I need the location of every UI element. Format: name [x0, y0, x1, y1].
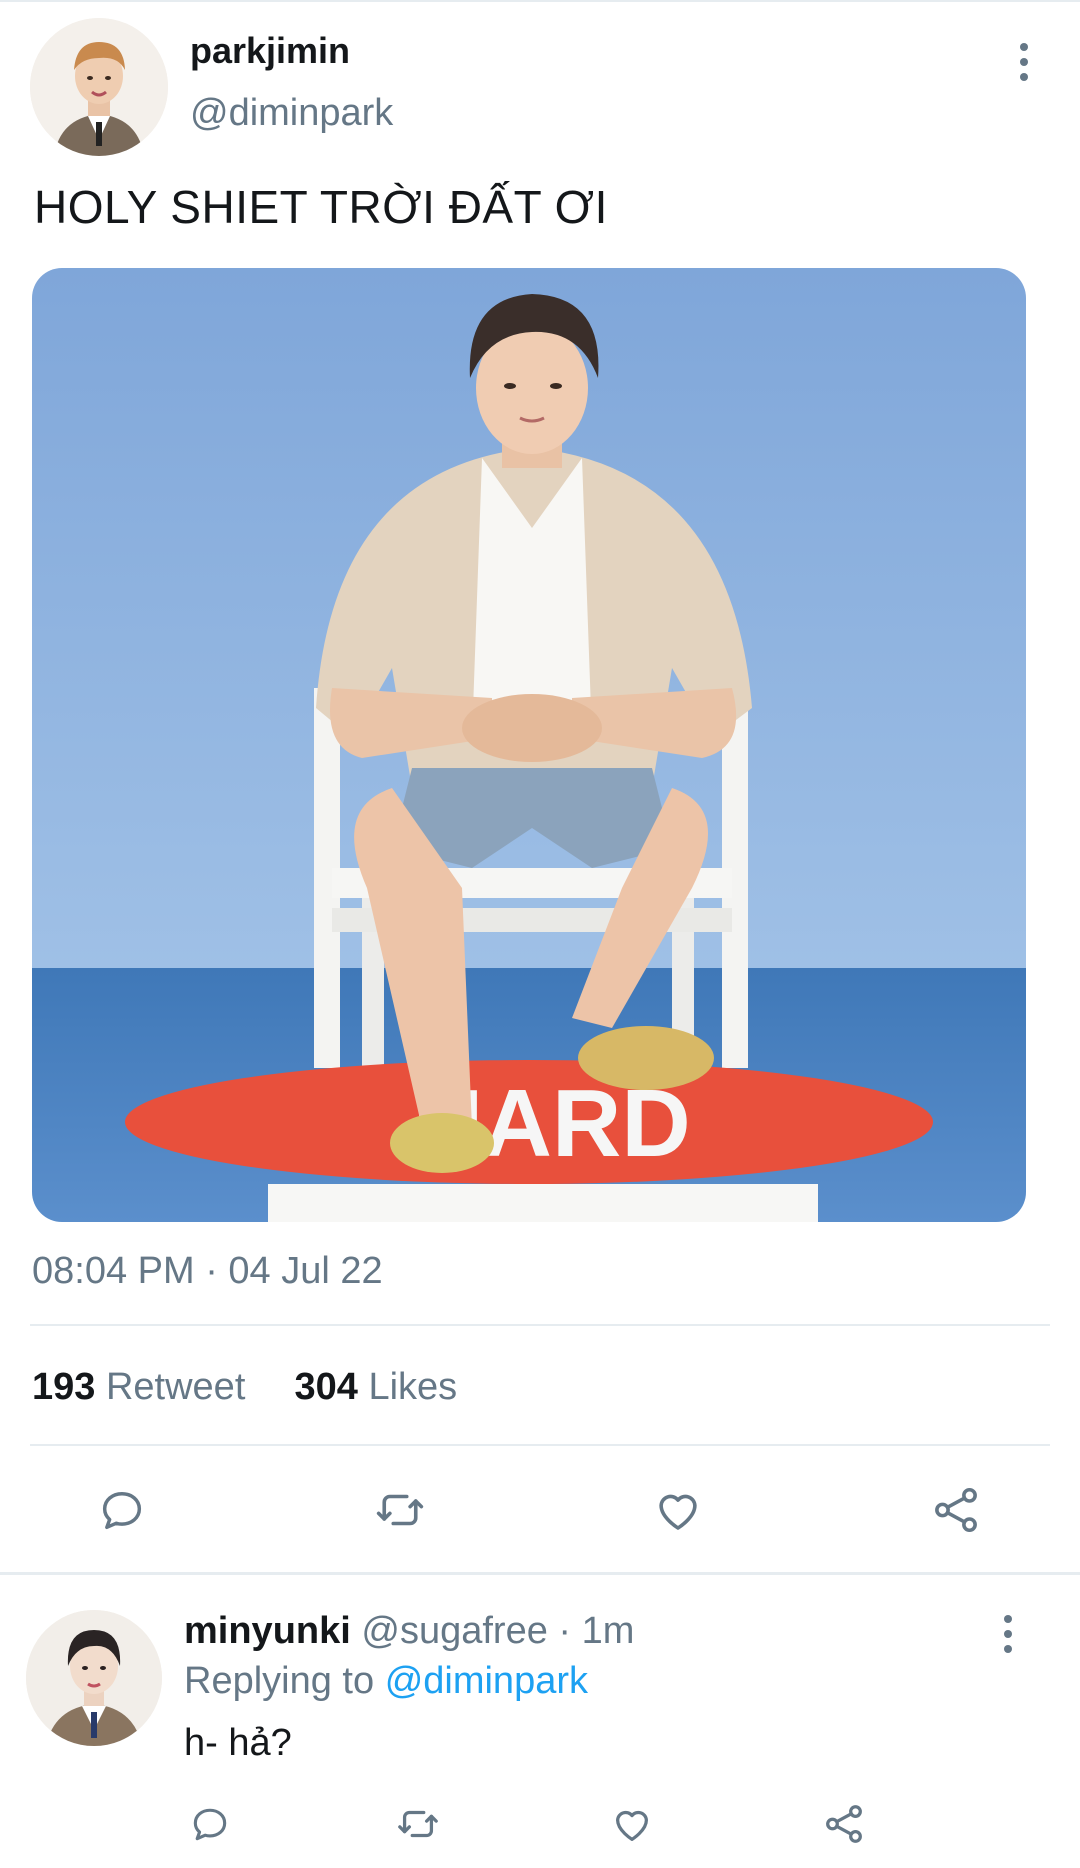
divider: [30, 1444, 1050, 1446]
reply-header: minyunki @sugafree · 1m: [184, 1610, 634, 1653]
tweet-stats: 193 Retweet 304 Likes: [32, 1366, 457, 1409]
more-options-icon[interactable]: [988, 1604, 1028, 1664]
retweet-icon[interactable]: [394, 1800, 442, 1848]
replying-prefix: Replying to: [184, 1660, 375, 1702]
tweet-timestamp: 08:04 PM · 04 Jul 22: [32, 1250, 383, 1292]
share-icon[interactable]: [820, 1800, 868, 1848]
reply-author-avatar[interactable]: [26, 1610, 162, 1746]
author-display-name[interactable]: parkjimin: [190, 30, 350, 72]
section-divider: [0, 1572, 1080, 1575]
retweet-icon[interactable]: [372, 1482, 428, 1538]
more-options-icon[interactable]: [1004, 32, 1044, 92]
like-count[interactable]: 304: [295, 1366, 358, 1408]
reply-display-name[interactable]: minyunki: [184, 1610, 351, 1652]
reply-meta: @sugafree · 1m: [361, 1610, 635, 1652]
tweet-text: HOLY SHIET TRỜI ĐẤT ƠI: [34, 181, 608, 233]
author-avatar[interactable]: [30, 18, 168, 156]
tweet-photo[interactable]: UARD: [32, 268, 1026, 1222]
retweet-label[interactable]: Retweet: [106, 1366, 245, 1408]
replying-to: Replying to @diminpark: [184, 1660, 588, 1703]
reply-icon[interactable]: [94, 1482, 150, 1538]
like-icon[interactable]: [608, 1800, 656, 1848]
share-icon[interactable]: [928, 1482, 984, 1538]
retweet-count[interactable]: 193: [32, 1366, 95, 1408]
top-border: [0, 0, 1080, 2]
author-handle[interactable]: @diminpark: [190, 92, 393, 135]
like-label[interactable]: Likes: [368, 1366, 457, 1408]
reply-icon[interactable]: [186, 1800, 234, 1848]
divider: [30, 1324, 1050, 1326]
reply-text: h- hả?: [184, 1722, 292, 1764]
like-icon[interactable]: [650, 1482, 706, 1538]
replying-mention-link[interactable]: @diminpark: [385, 1660, 588, 1702]
